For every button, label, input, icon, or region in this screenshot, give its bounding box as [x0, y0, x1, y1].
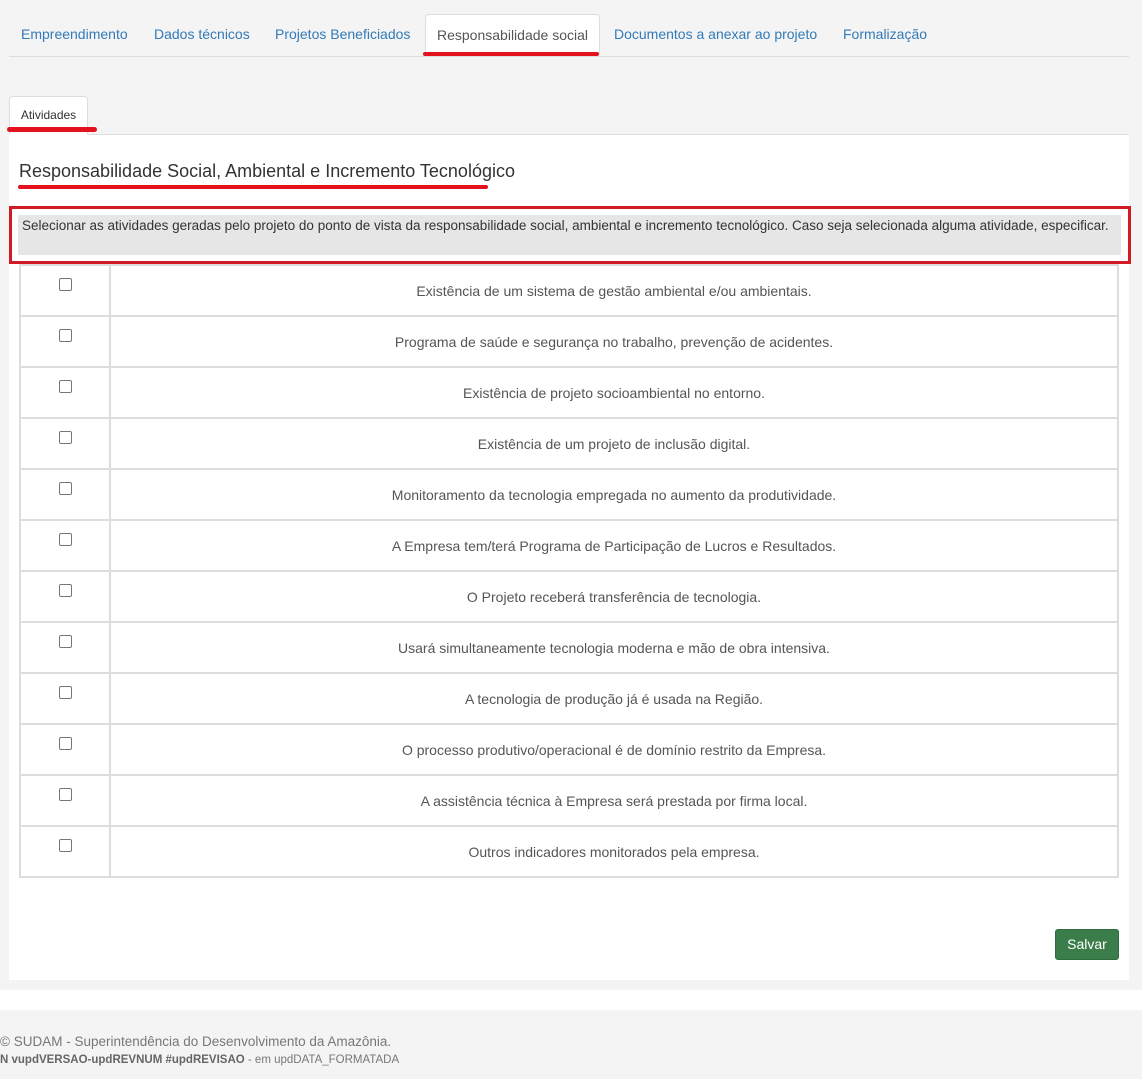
footer: © SUDAM - Superintendência do Desenvolvi… — [0, 1010, 1142, 1079]
tab-documentos[interactable]: Documentos a anexar ao projeto — [614, 14, 817, 55]
annotation-underline-tab — [423, 52, 599, 56]
activity-label: Monitoramento da tecnologia empregada no… — [109, 468, 1119, 521]
activities-panel: Responsabilidade Social, Ambiental e Inc… — [9, 135, 1131, 980]
activity-checkbox[interactable] — [58, 431, 72, 444]
tab-formalizacao[interactable]: Formalização — [843, 14, 927, 55]
activity-checkbox[interactable] — [58, 533, 72, 546]
instruction-text: Selecionar as atividades geradas pelo pr… — [18, 215, 1121, 255]
tab-projetos-beneficiados[interactable]: Projetos Beneficiados — [275, 14, 410, 55]
activity-checkbox[interactable] — [58, 788, 72, 801]
activity-label: O Projeto receberá transferência de tecn… — [109, 570, 1119, 623]
activity-label: A assistência técnica à Empresa será pre… — [109, 774, 1119, 827]
activity-checkbox[interactable] — [58, 635, 72, 648]
tab-dados-tecnicos[interactable]: Dados técnicos — [154, 14, 250, 55]
table-row: Outros indicadores monitorados pela empr… — [19, 825, 1119, 878]
table-row: A Empresa tem/terá Programa de Participa… — [19, 519, 1119, 572]
footer-copyright: © SUDAM - Superintendência do Desenvolvi… — [0, 1034, 392, 1049]
activity-label: Existência de um projeto de inclusão dig… — [109, 417, 1119, 470]
activity-checkbox[interactable] — [58, 380, 72, 393]
table-row: Monitoramento da tecnologia empregada no… — [19, 468, 1119, 521]
activity-checkbox[interactable] — [58, 329, 72, 342]
table-row: A tecnologia de produção já é usada na R… — [19, 672, 1119, 725]
activity-checkbox[interactable] — [58, 737, 72, 750]
top-tab-bar: Empreendimento Dados técnicos Projetos B… — [9, 14, 1129, 57]
annotation-highlight-box: Selecionar as atividades geradas pelo pr… — [9, 206, 1131, 264]
sub-tab-bar: Atividades — [9, 96, 1129, 135]
annotation-underline-title — [18, 185, 488, 189]
table-row: A assistência técnica à Empresa será pre… — [19, 774, 1119, 827]
annotation-underline-subtab — [7, 127, 97, 132]
tab-empreendimento[interactable]: Empreendimento — [21, 14, 128, 55]
activity-checkbox[interactable] — [58, 278, 72, 291]
main-area: Empreendimento Dados técnicos Projetos B… — [0, 0, 1142, 990]
table-row: O processo produtivo/operacional é de do… — [19, 723, 1119, 776]
activity-checkbox[interactable] — [58, 839, 72, 852]
activity-checkbox[interactable] — [58, 584, 72, 597]
activity-label: A Empresa tem/terá Programa de Participa… — [109, 519, 1119, 572]
activity-label: Outros indicadores monitorados pela empr… — [109, 825, 1119, 878]
footer-version: N vupdVERSAO-updREVNUM #updREVISAO - em … — [0, 1054, 399, 1066]
activity-checkbox[interactable] — [58, 686, 72, 699]
activity-label: Existência de projeto socioambiental no … — [109, 366, 1119, 419]
table-row: Existência de um projeto de inclusão dig… — [19, 417, 1119, 470]
activity-checkbox[interactable] — [58, 482, 72, 495]
table-row: O Projeto receberá transferência de tecn… — [19, 570, 1119, 623]
activities-table: Existência de um sistema de gestão ambie… — [19, 264, 1119, 878]
activity-label: Usará simultaneamente tecnologia moderna… — [109, 621, 1119, 674]
tab-responsabilidade-social[interactable]: Responsabilidade social — [425, 14, 600, 55]
activity-label: A tecnologia de produção já é usada na R… — [109, 672, 1119, 725]
table-row: Existência de projeto socioambiental no … — [19, 366, 1119, 419]
footer-version-date: - em updDATA_FORMATADA — [244, 1054, 400, 1066]
save-button[interactable]: Salvar — [1055, 929, 1119, 960]
footer-version-id: N vupdVERSAO-updREVNUM #updREVISAO — [0, 1054, 245, 1066]
table-row: Existência de um sistema de gestão ambie… — [19, 264, 1119, 317]
section-title: Responsabilidade Social, Ambiental e Inc… — [19, 161, 515, 181]
activity-label: O processo produtivo/operacional é de do… — [109, 723, 1119, 776]
table-row: Programa de saúde e segurança no trabalh… — [19, 315, 1119, 368]
activity-label: Programa de saúde e segurança no trabalh… — [109, 315, 1119, 368]
activity-label: Existência de um sistema de gestão ambie… — [109, 264, 1119, 317]
table-row: Usará simultaneamente tecnologia moderna… — [19, 621, 1119, 674]
